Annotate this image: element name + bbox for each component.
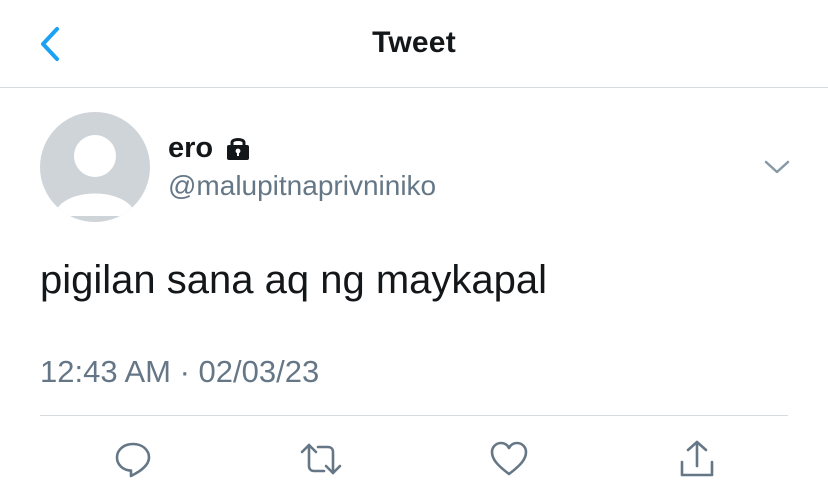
share-icon <box>680 440 714 477</box>
display-name[interactable]: ero <box>168 132 213 165</box>
heart-icon <box>490 441 528 476</box>
reply-button[interactable] <box>110 436 156 482</box>
tweet-timestamp[interactable]: 12:43 AM · 02/03/23 <box>40 354 319 390</box>
retweet-button[interactable] <box>298 436 344 482</box>
like-button[interactable] <box>486 436 532 482</box>
share-button[interactable] <box>674 436 720 482</box>
lock-icon <box>223 135 253 161</box>
top-navigation-bar: Tweet <box>0 0 828 88</box>
page-title: Tweet <box>372 26 456 59</box>
tweet-text: pigilan sana aq ng maykapal <box>40 258 548 302</box>
author-name-row: ero <box>168 130 253 166</box>
user-handle[interactable]: @malupitnaprivniniko <box>168 170 436 202</box>
chevron-down-icon <box>764 160 790 174</box>
avatar[interactable] <box>40 112 150 222</box>
reply-icon <box>115 442 151 478</box>
default-profile-icon <box>54 135 136 216</box>
retweet-icon <box>300 443 342 475</box>
tweet-menu-button[interactable] <box>760 152 794 182</box>
divider <box>40 415 788 416</box>
